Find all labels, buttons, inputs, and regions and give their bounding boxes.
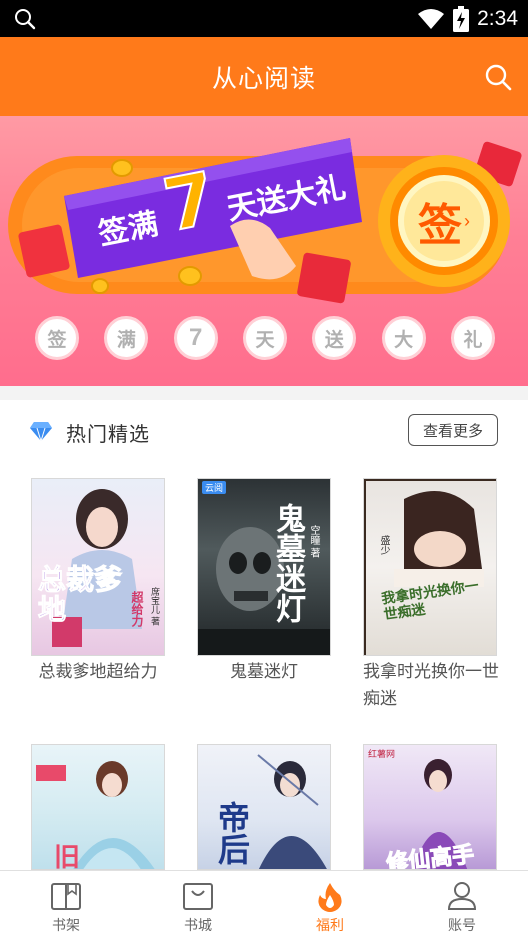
sign-day: 天	[242, 316, 287, 360]
book-cover: 盛少 我拿时光换你一世痴迷	[363, 478, 497, 656]
cover-title: 帝后	[214, 801, 250, 865]
sign-day: 大	[381, 316, 426, 360]
coin-icon	[178, 266, 202, 286]
book-cover: 总裁爹地 超给力 席宝儿 著	[31, 478, 165, 656]
coin-icon	[91, 278, 109, 294]
book-title: 鬼墓迷灯	[230, 662, 298, 681]
cover-author: 席宝儿 著	[150, 587, 160, 626]
app-header: 从心阅读	[0, 37, 528, 116]
envelope-icon	[297, 252, 351, 304]
section-title: 热门精选	[66, 424, 150, 446]
tab-account[interactable]: 账号	[396, 871, 528, 940]
status-bar: 2:34	[0, 0, 528, 37]
book-cover: 帝后	[197, 744, 331, 870]
diamond-icon	[30, 422, 52, 442]
tab-label: 书城	[184, 917, 212, 933]
user-icon	[447, 882, 477, 910]
bottom-tab-bar: 书架 书城 福利 账号	[0, 870, 528, 940]
headline-number: 7	[156, 155, 223, 249]
cover-author: 空瞳 著	[308, 525, 319, 558]
cover-author: 盛少	[378, 535, 389, 555]
book-title: 总裁爹地超给力	[38, 662, 158, 681]
search-icon[interactable]	[484, 63, 512, 91]
sign-day: 满	[104, 316, 149, 360]
book-title: 我拿时光换你一世痴迷	[363, 662, 499, 708]
sign-day: 送	[312, 316, 357, 360]
cover-title: 旧	[54, 842, 81, 870]
section-header: 热门精选 查看更多	[0, 400, 528, 462]
bookshelf-icon	[51, 883, 81, 910]
search-icon	[15, 9, 36, 30]
tab-label: 账号	[448, 917, 476, 933]
status-time: 2:34	[477, 7, 518, 30]
book-cover: 云阅 鬼墓迷灯 空瞳 著	[197, 478, 331, 656]
sign-day: 礼	[450, 316, 495, 360]
book-cover: 红薯网 修仙高手	[363, 744, 497, 870]
cover-logo: 红薯网	[368, 749, 396, 759]
sign-day: 签	[35, 316, 79, 360]
sign-day: 7	[173, 316, 218, 360]
bookstore-icon	[183, 883, 213, 910]
tab-label: 福利	[316, 917, 344, 933]
status-icons: 2:34	[417, 4, 518, 34]
battery-icon	[453, 6, 470, 32]
cover-title: 鬼墓迷灯	[271, 503, 304, 623]
divider	[0, 386, 528, 400]
sign-day-list: 签 满 7 天 送 大 礼	[35, 316, 495, 362]
tab-welfare[interactable]: 福利	[264, 871, 396, 940]
flame-icon	[318, 883, 342, 912]
checkin-banner[interactable]: 签满 7 天送大礼 签 › 签 满 7 天 送 大 礼	[0, 116, 528, 386]
sign-button-label: 签	[418, 201, 462, 250]
tab-bookshelf[interactable]: 书架	[0, 871, 132, 940]
wifi-icon	[418, 9, 445, 29]
headline-part1: 签满	[95, 207, 162, 252]
envelope-icon	[18, 224, 70, 278]
view-more-button[interactable]: 查看更多	[408, 414, 498, 446]
chevron-right-icon: ›	[464, 210, 470, 231]
sign-button[interactable]: 签 ›	[404, 188, 484, 254]
tab-label: 书架	[52, 917, 80, 933]
book-cover: 旧	[31, 744, 165, 870]
page-title: 从心阅读	[211, 65, 316, 93]
tab-bookstore[interactable]: 书城	[132, 871, 264, 940]
cover-logo: 云阅	[202, 481, 227, 494]
cover-subtitle: 超给力	[130, 591, 144, 627]
